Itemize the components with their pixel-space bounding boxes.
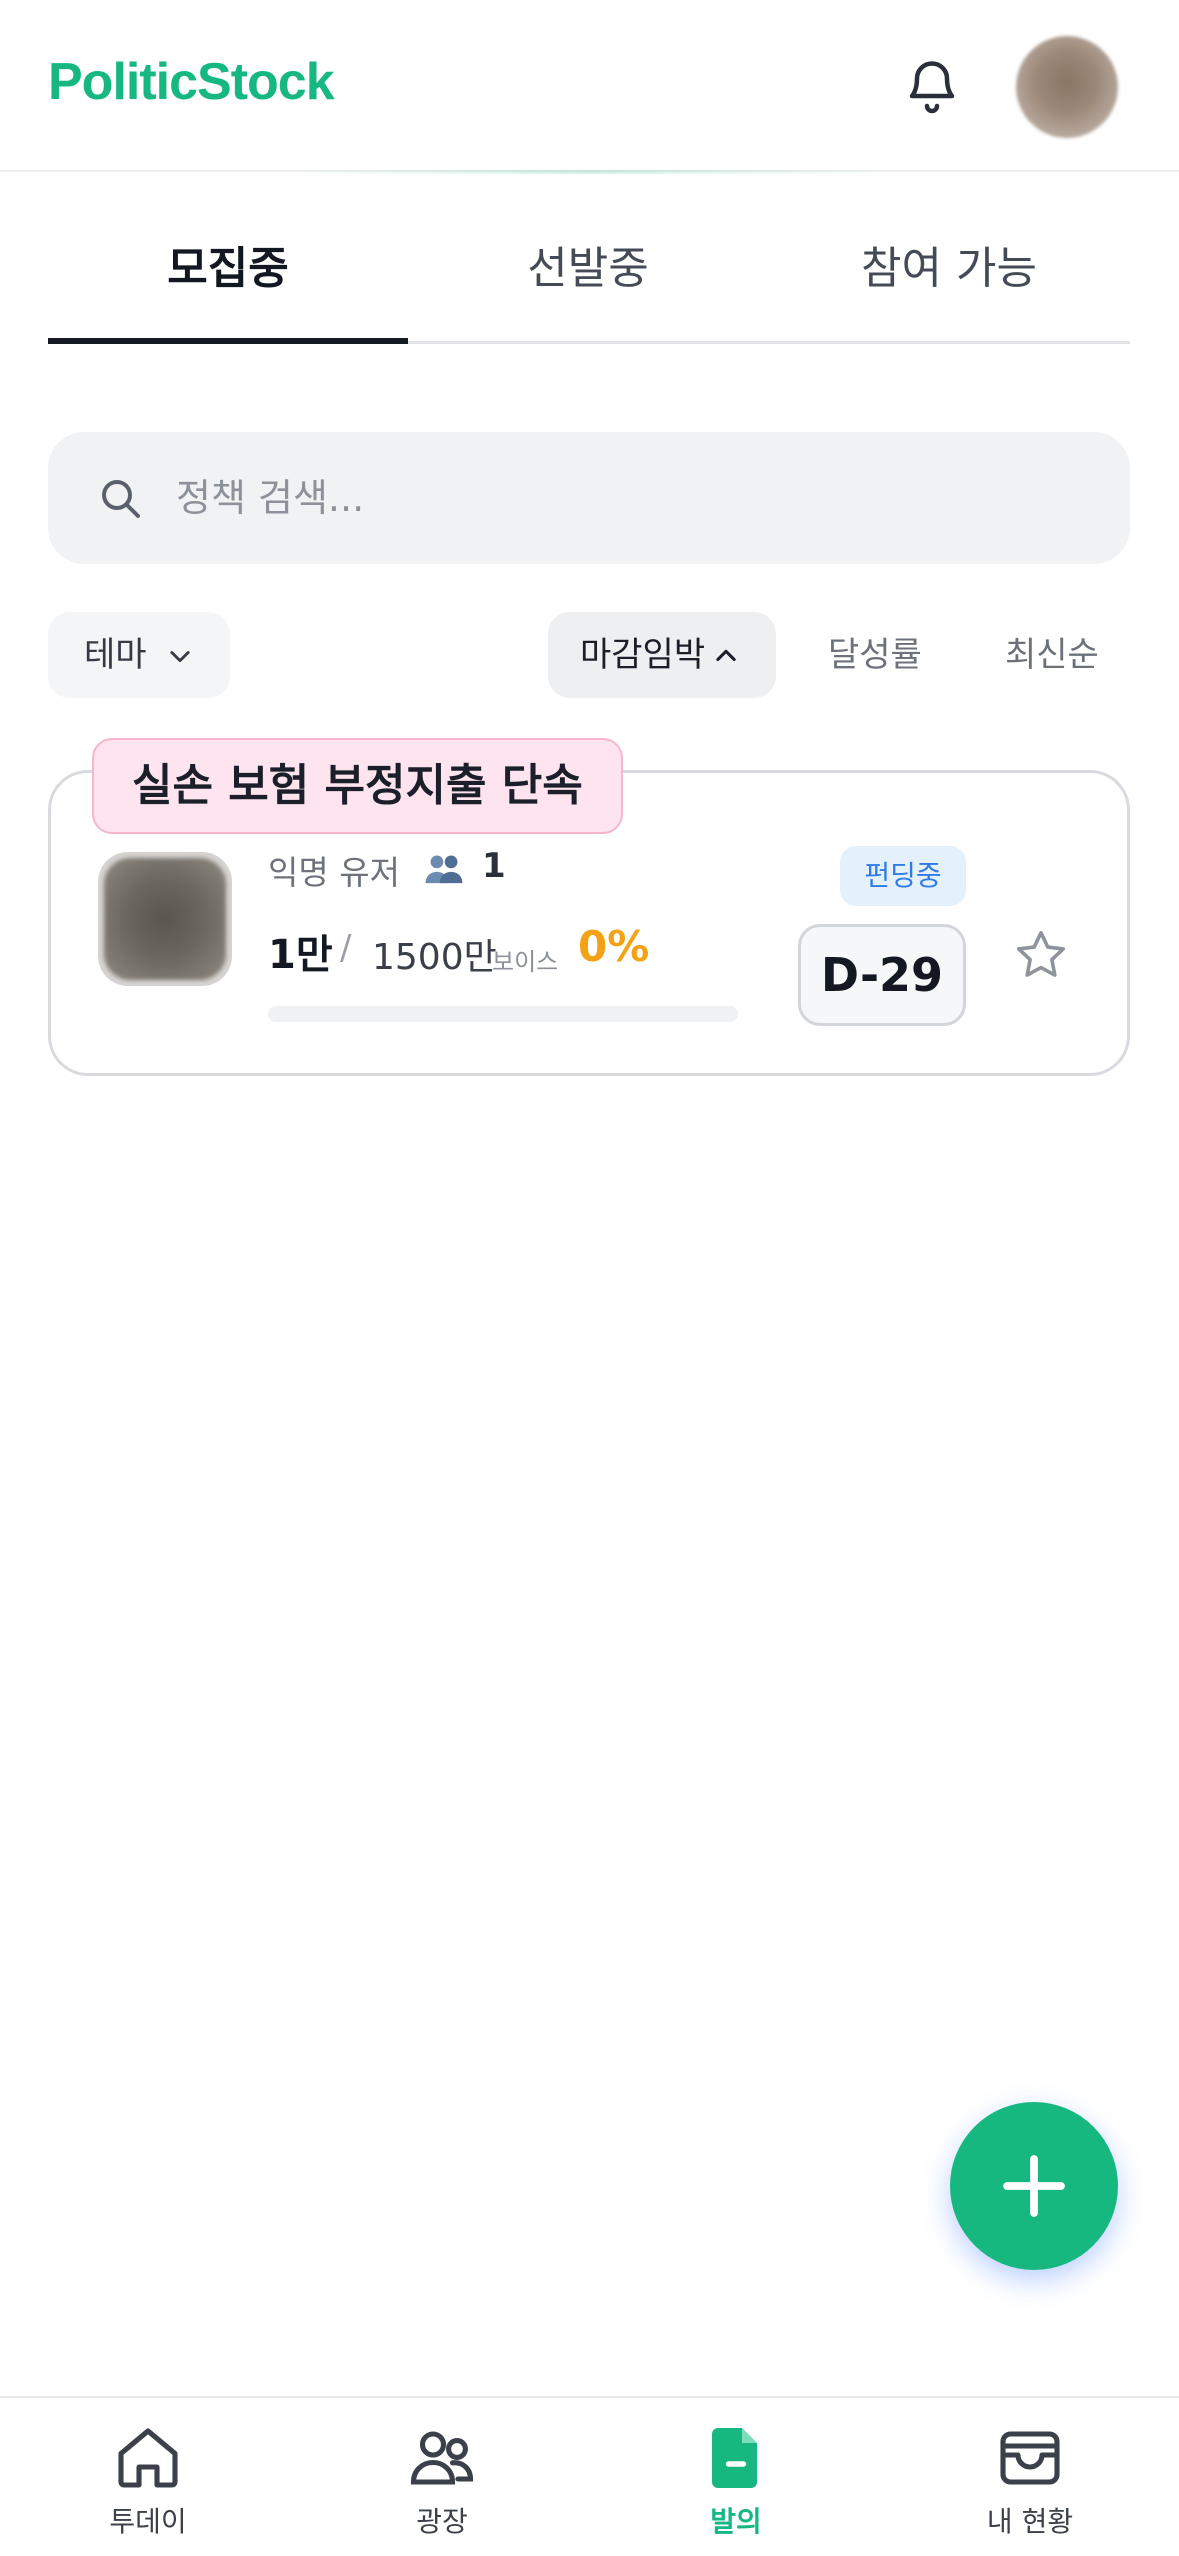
nav-plaza[interactable]: 광장 [352, 2398, 532, 2556]
nav-propose-label: 발의 [710, 2505, 762, 2538]
dday-badge: D-29 [798, 924, 966, 1026]
goal-amount: 1500만 [372, 937, 497, 978]
achievement-percent: 0% [578, 922, 650, 971]
home-icon [118, 2428, 178, 2488]
app-logo[interactable]: PoliticStock [48, 52, 335, 112]
tab-recruiting[interactable]: 모집중 [48, 232, 408, 302]
search-input[interactable] [176, 464, 1076, 532]
funding-progress-bar [268, 1006, 738, 1022]
bottom-navigation: 투데이 광장 발의 내 현황 [0, 2396, 1179, 2556]
nav-propose[interactable]: 발의 [646, 2398, 826, 2556]
users-icon [410, 2431, 474, 2485]
wallet-icon [1000, 2431, 1060, 2485]
goal-unit: 보이스 [492, 948, 559, 976]
theme-filter-dropdown[interactable]: 테마 [48, 612, 230, 698]
nav-my-status[interactable]: 내 현황 [940, 2398, 1120, 2556]
status-badge: 펀딩중 [840, 846, 966, 906]
search-icon [102, 480, 140, 518]
plus-icon [1003, 2155, 1065, 2217]
sort-achievement-button[interactable]: 달성률 [828, 612, 958, 698]
tab-available[interactable]: 참여 가능 [768, 232, 1130, 302]
document-icon [712, 2428, 757, 2488]
tab-selecting[interactable]: 선발중 [408, 232, 768, 302]
chevron-down-icon [170, 651, 190, 663]
search-bar[interactable] [48, 432, 1130, 564]
profile-avatar[interactable] [1016, 36, 1118, 138]
policy-thumbnail [98, 852, 232, 986]
tab-bar: 모집중 선발중 참여 가능 [48, 172, 1130, 344]
app-header: PoliticStock [0, 0, 1179, 172]
participant-count: 1 [482, 846, 506, 886]
policy-title-tag: 실손 보험 부정지출 단속 [92, 738, 623, 834]
nav-today-label: 투데이 [109, 2505, 187, 2538]
tab-active-indicator [48, 338, 408, 344]
amount-separator: / [340, 928, 352, 968]
policy-author: 익명 유저 [268, 853, 400, 892]
sort-deadline-label: 마감임박 [580, 635, 706, 675]
bell-icon[interactable] [902, 56, 962, 116]
nav-my-status-label: 내 현황 [986, 2505, 1074, 2538]
nav-plaza-label: 광장 [416, 2505, 468, 2538]
raised-amount: 1만 [268, 932, 333, 978]
nav-today[interactable]: 투데이 [58, 2398, 238, 2556]
create-policy-button[interactable] [950, 2102, 1118, 2270]
chevron-up-icon [716, 649, 736, 662]
sort-deadline-button[interactable]: 마감임박 [548, 612, 776, 698]
star-icon[interactable] [1012, 926, 1070, 984]
participants-icon [425, 855, 463, 884]
sort-latest-button[interactable]: 최신순 [1005, 612, 1135, 698]
theme-filter-label: 테마 [84, 635, 147, 675]
